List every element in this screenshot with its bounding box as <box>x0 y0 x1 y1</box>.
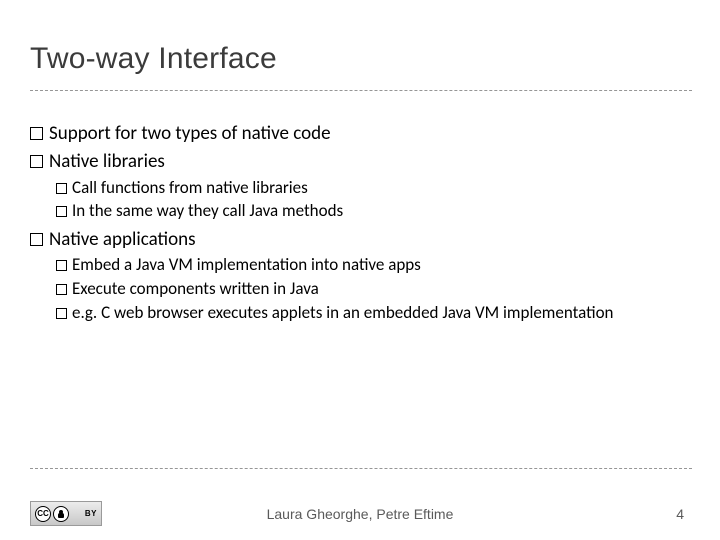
divider-bottom <box>30 468 692 469</box>
bullet-text: Native applications <box>49 228 196 251</box>
sub-bullet-group: Call functions from native libraries In … <box>56 177 690 223</box>
square-bullet-icon <box>30 155 43 168</box>
square-bullet-icon <box>56 206 67 217</box>
slide-body: Support for two types of native code Nat… <box>30 118 690 330</box>
bullet-level2: Execute components written in Java <box>56 278 690 300</box>
bullet-text: Native libraries <box>49 150 165 173</box>
bullet-level1: Native applications <box>30 228 690 252</box>
square-bullet-icon <box>56 183 67 194</box>
bullet-level2: Embed a Java VM implementation into nati… <box>56 254 690 276</box>
square-bullet-icon <box>30 233 43 246</box>
bullet-text: Support for two types of native code <box>49 122 331 145</box>
square-bullet-icon <box>56 260 67 271</box>
bullet-text: Embed a Java VM implementation into nati… <box>72 254 421 275</box>
bullet-text: Execute components written in Java <box>72 278 319 299</box>
slide: Two-way Interface Support for two types … <box>0 0 720 540</box>
bullet-level2: In the same way they call Java methods <box>56 200 690 222</box>
square-bullet-icon <box>56 308 67 319</box>
bullet-level2: e.g. C web browser executes applets in a… <box>56 302 690 324</box>
sub-bullet-group: Embed a Java VM implementation into nati… <box>56 254 690 323</box>
bullet-level1: Support for two types of native code <box>30 122 690 146</box>
bullet-text: Call functions from native libraries <box>72 177 308 198</box>
square-bullet-icon <box>30 127 43 140</box>
footer-authors: Laura Gheorghe, Petre Eftime <box>0 506 720 522</box>
divider-top <box>30 90 692 91</box>
bullet-text: e.g. C web browser executes applets in a… <box>72 302 613 323</box>
bullet-text: In the same way they call Java methods <box>72 200 343 221</box>
slide-title: Two-way Interface <box>30 42 277 76</box>
page-number: 4 <box>676 506 684 522</box>
bullet-level2: Call functions from native libraries <box>56 177 690 199</box>
square-bullet-icon <box>56 284 67 295</box>
bullet-level1: Native libraries <box>30 150 690 174</box>
